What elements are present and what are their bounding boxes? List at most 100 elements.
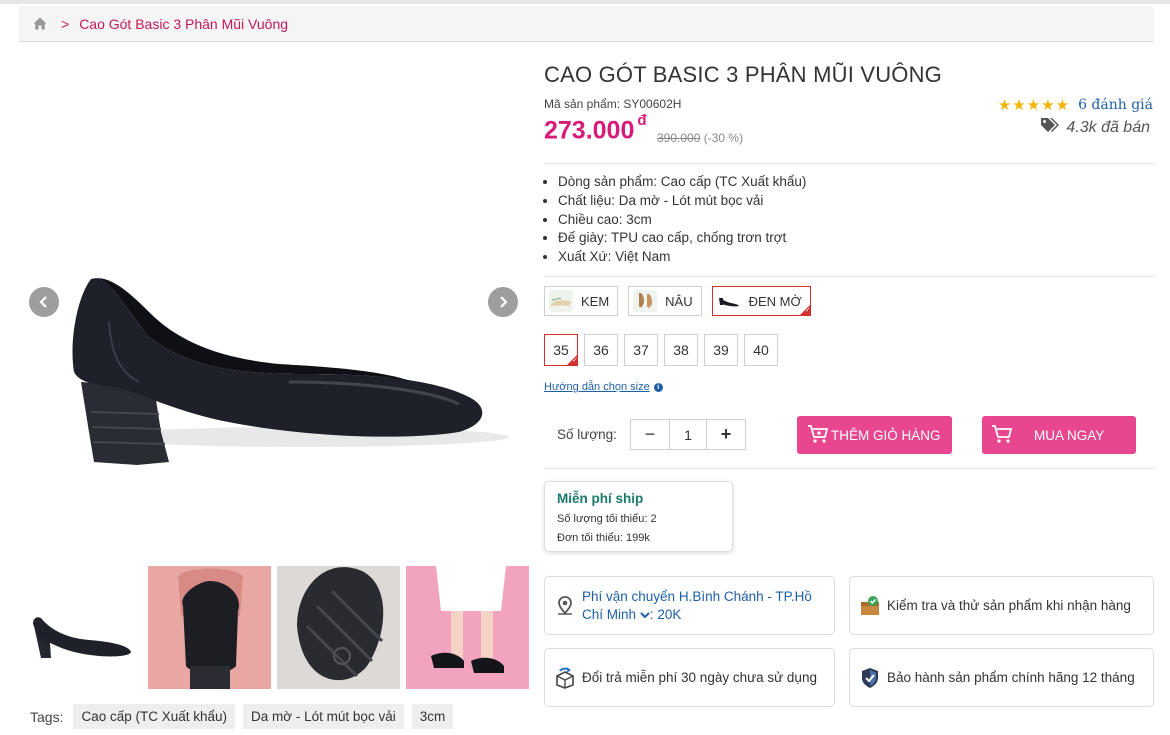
spec-item: Dòng sản phẩm: Cao cấp (TC Xuất khẩu)	[558, 173, 806, 192]
size-label: 37	[633, 342, 649, 358]
current-price: 273.000 đ	[544, 112, 647, 145]
thumbnail-strip	[19, 566, 529, 689]
thumbnail-3[interactable]	[277, 566, 400, 689]
color-selector: KEM NÂU ĐEN MỜ	[544, 286, 811, 316]
star-rating-icon: ★★★★★	[997, 97, 1071, 114]
cart-icon	[807, 424, 829, 447]
divider	[544, 163, 1154, 164]
tag-chip[interactable]: Cao cấp (TC Xuất khẩu)	[73, 704, 236, 729]
home-icon[interactable]	[33, 17, 47, 30]
next-image-button[interactable]	[488, 287, 518, 317]
tags-row: Tags: Cao cấp (TC Xuất khẩu) Da mờ - Lót…	[30, 704, 454, 729]
color-option-den-mo[interactable]: ĐEN MỜ	[711, 286, 811, 316]
size-label: 39	[713, 342, 729, 358]
currency-symbol: đ	[637, 112, 647, 129]
shipping-location-line2: Chí Minh : 20K	[582, 606, 682, 622]
tags-icon	[1040, 117, 1060, 138]
spec-item: Chất liệu: Da mờ - Lót mút bọc vải	[558, 192, 806, 211]
promo-min-qty: Số lượng tối thiểu: 2	[557, 513, 657, 525]
promo-min-order: Đơn tối thiểu: 199k	[557, 532, 650, 544]
return-box-icon	[554, 666, 576, 689]
shipping-fee-text: Phí vận chuyển H.Bình Chánh - TP.Hồ Chí …	[582, 588, 812, 624]
quantity-input[interactable]	[669, 420, 707, 449]
shield-check-icon	[859, 667, 881, 689]
buy-now-label: MUA NGAY	[1034, 427, 1105, 443]
inspect-policy-box: Kiểm tra và thử sản phẩm khi nhận hàng	[849, 576, 1154, 635]
tag-chip[interactable]: 3cm	[411, 704, 454, 729]
size-option-38[interactable]: 38	[664, 334, 698, 366]
info-icon: i	[653, 382, 663, 392]
cart-icon	[991, 424, 1013, 447]
shipping-location-name: Chí Minh	[582, 606, 637, 622]
warranty-text: Bảo hành sản phẩm chính hãng 12 tháng	[887, 670, 1135, 685]
price-value: 273.000	[544, 116, 635, 145]
increase-quantity-button[interactable]: +	[707, 420, 745, 449]
selected-check-icon	[566, 354, 578, 366]
tags-label: Tags:	[30, 708, 64, 725]
size-label: 36	[593, 342, 609, 358]
color-label: ĐEN MỜ	[748, 293, 802, 309]
size-guide-link[interactable]: Hướng dẫn chọn size i	[544, 381, 663, 393]
chevron-down-icon[interactable]	[640, 607, 650, 622]
size-guide-text: Hướng dẫn chọn size	[544, 381, 650, 393]
buy-now-button[interactable]: MUA NGAY	[982, 416, 1136, 454]
color-option-kem[interactable]: KEM	[544, 286, 619, 316]
spec-list: Dòng sản phẩm: Cao cấp (TC Xuất khẩu) Ch…	[558, 173, 806, 267]
package-check-icon	[859, 595, 881, 617]
promo-title: Miễn phí ship	[557, 491, 644, 506]
color-option-nau[interactable]: NÂU	[628, 286, 702, 316]
inspect-policy-text: Kiểm tra và thử sản phẩm khi nhận hàng	[887, 598, 1131, 613]
free-shipping-promo: Miễn phí ship Số lượng tối thiểu: 2 Đơn …	[544, 481, 733, 552]
thumbnail-4[interactable]	[406, 566, 529, 689]
shipping-fee-box[interactable]: Phí vận chuyển H.Bình Chánh - TP.Hồ Chí …	[544, 576, 835, 635]
previous-image-button[interactable]	[29, 287, 59, 317]
color-swatch-den-mo	[716, 290, 741, 312]
size-option-37[interactable]: 37	[624, 334, 658, 366]
color-swatch-nau	[633, 290, 658, 312]
top-border	[0, 0, 1170, 4]
divider	[544, 468, 1154, 469]
breadcrumb-separator: >	[61, 15, 70, 32]
main-product-image	[19, 52, 529, 557]
add-to-cart-label: THÊM GIỎ HÀNG	[831, 427, 941, 443]
quantity-label: Số lượng:	[557, 427, 617, 442]
size-label: 38	[673, 342, 689, 358]
shipping-fee-value: 20K	[657, 606, 682, 622]
spec-item: Đế giày: TPU cao cấp, chống trơn trợt	[558, 229, 806, 248]
size-option-35[interactable]: 35	[544, 334, 578, 366]
selected-check-icon	[798, 304, 811, 316]
rating-summary: ★★★★★ 6 đánh giá	[998, 96, 1153, 114]
return-policy-box: Đổi trả miễn phí 30 ngày chưa sử dụng	[544, 648, 835, 707]
tag-chip[interactable]: Da mờ - Lót mút bọc vải	[243, 704, 404, 729]
return-policy-text: Đổi trả miễn phí 30 ngày chưa sử dụng	[582, 670, 817, 685]
sold-text: 4.3k đã bán	[1066, 118, 1150, 136]
size-option-36[interactable]: 36	[584, 334, 618, 366]
product-title: CAO GÓT BASIC 3 PHÂN MŨI VUÔNG	[544, 62, 942, 87]
color-swatch-kem	[549, 290, 573, 312]
warranty-box: Bảo hành sản phẩm chính hãng 12 tháng	[849, 648, 1154, 707]
breadcrumb: > Cao Gót Basic 3 Phân Mũi Vuông	[19, 6, 1154, 42]
size-option-39[interactable]: 39	[704, 334, 738, 366]
divider	[544, 276, 1154, 277]
shipping-location-line1: Phí vận chuyển H.Bình Chánh - TP.Hồ	[582, 588, 812, 604]
location-pin-icon	[554, 595, 576, 617]
decrease-quantity-button[interactable]: −	[631, 420, 669, 449]
quantity-stepper: − +	[630, 419, 746, 450]
original-price: 390.000	[657, 131, 701, 145]
old-price: 390.000 (-30 %)	[657, 131, 743, 145]
color-label: KEM	[581, 293, 610, 309]
product-sku: Mã sản phẩm: SY00602H	[544, 97, 682, 111]
size-selector: 35 36 37 38 39 40	[544, 334, 778, 366]
spec-item: Chiều cao: 3cm	[558, 211, 806, 230]
breadcrumb-current[interactable]: Cao Gót Basic 3 Phân Mũi Vuông	[79, 16, 288, 32]
color-label: NÂU	[665, 293, 693, 309]
reviews-link[interactable]: 6 đánh giá	[1078, 97, 1153, 113]
discount-percent: (-30 %)	[703, 131, 744, 145]
size-label: 40	[753, 342, 769, 358]
thumbnail-2[interactable]	[148, 566, 271, 689]
add-to-cart-button[interactable]: THÊM GIỎ HÀNG	[797, 416, 952, 454]
thumbnail-1[interactable]	[19, 566, 142, 689]
spec-item: Xuất Xứ: Việt Nam	[558, 248, 806, 267]
sold-count: 4.3k đã bán	[1040, 117, 1150, 138]
size-option-40[interactable]: 40	[744, 334, 778, 366]
